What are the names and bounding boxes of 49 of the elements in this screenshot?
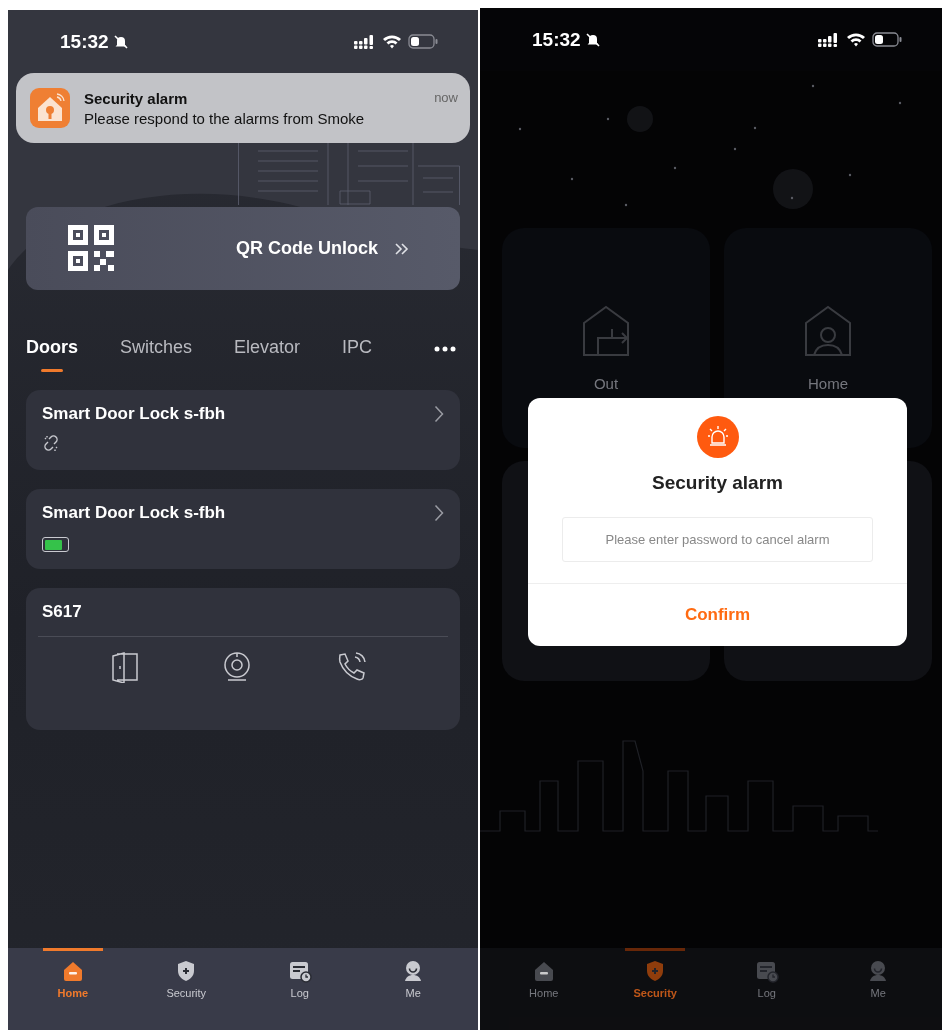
signal-icon bbox=[354, 34, 376, 49]
qr-unlock-button[interactable]: QR Code Unlock bbox=[26, 207, 460, 290]
muted-bell-icon bbox=[584, 31, 601, 48]
broken-link-icon bbox=[42, 434, 60, 452]
device-name: S617 bbox=[41, 602, 83, 622]
log-icon bbox=[754, 959, 779, 983]
battery-icon bbox=[872, 32, 902, 47]
nav-tab[interactable]: Me bbox=[383, 948, 444, 1030]
dialog-title: Security alarm bbox=[652, 472, 783, 494]
nav-tab[interactable]: Security bbox=[625, 948, 686, 1030]
signal-icon bbox=[818, 32, 840, 47]
notification-title: Security alarm bbox=[84, 89, 189, 107]
double-chevron-icon bbox=[394, 241, 410, 256]
app-house-icon bbox=[30, 88, 70, 128]
notification-message: Please respond to the alarms from Smoke bbox=[84, 109, 366, 127]
nav-tab[interactable]: Home bbox=[513, 948, 574, 1030]
device-name: Smart Door Lock s-fbh bbox=[42, 404, 226, 424]
camera-icon[interactable] bbox=[221, 651, 253, 683]
category-tab[interactable]: Doors bbox=[26, 326, 78, 372]
more-icon[interactable] bbox=[434, 346, 456, 352]
battery-icon bbox=[408, 34, 438, 49]
door-icon[interactable] bbox=[110, 651, 141, 683]
nav-tab[interactable]: Log bbox=[269, 948, 330, 1030]
chevron-right-icon bbox=[434, 504, 444, 522]
notification-time: now bbox=[434, 90, 458, 105]
status-time: 15:32 bbox=[532, 28, 581, 51]
category-tab[interactable]: Elevator bbox=[234, 326, 301, 372]
notification-banner[interactable]: Security alarm Please respond to the alarms from Smoke now bbox=[16, 73, 470, 143]
house-person-icon bbox=[804, 304, 852, 357]
device-card[interactable]: Smart Door Lock s-fbh bbox=[26, 390, 460, 470]
nav-tab[interactable]: Me bbox=[848, 948, 909, 1030]
password-field[interactable]: Please enter password to cancel alarm bbox=[562, 517, 873, 562]
battery-level bbox=[42, 537, 69, 552]
log-icon bbox=[287, 959, 312, 983]
nav-tab[interactable]: Home bbox=[42, 948, 103, 1030]
siren-icon bbox=[696, 416, 739, 458]
chevron-right-icon bbox=[434, 405, 444, 423]
device-card[interactable]: Smart Door Lock s-fbh bbox=[26, 489, 460, 569]
muted-bell-icon bbox=[112, 33, 129, 50]
nav-tab[interactable]: Security bbox=[156, 948, 217, 1030]
nav-tab[interactable]: Log bbox=[736, 948, 797, 1030]
wifi-icon bbox=[846, 32, 866, 47]
device-name: Smart Door Lock s-fbh bbox=[42, 503, 226, 523]
status-time: 15:32 bbox=[60, 30, 109, 53]
category-tab[interactable]: Switches bbox=[120, 326, 193, 372]
category-tab[interactable]: IPC bbox=[342, 326, 373, 372]
qr-code-icon bbox=[68, 224, 116, 273]
house-exit-icon bbox=[582, 304, 630, 357]
wifi-icon bbox=[382, 34, 402, 49]
